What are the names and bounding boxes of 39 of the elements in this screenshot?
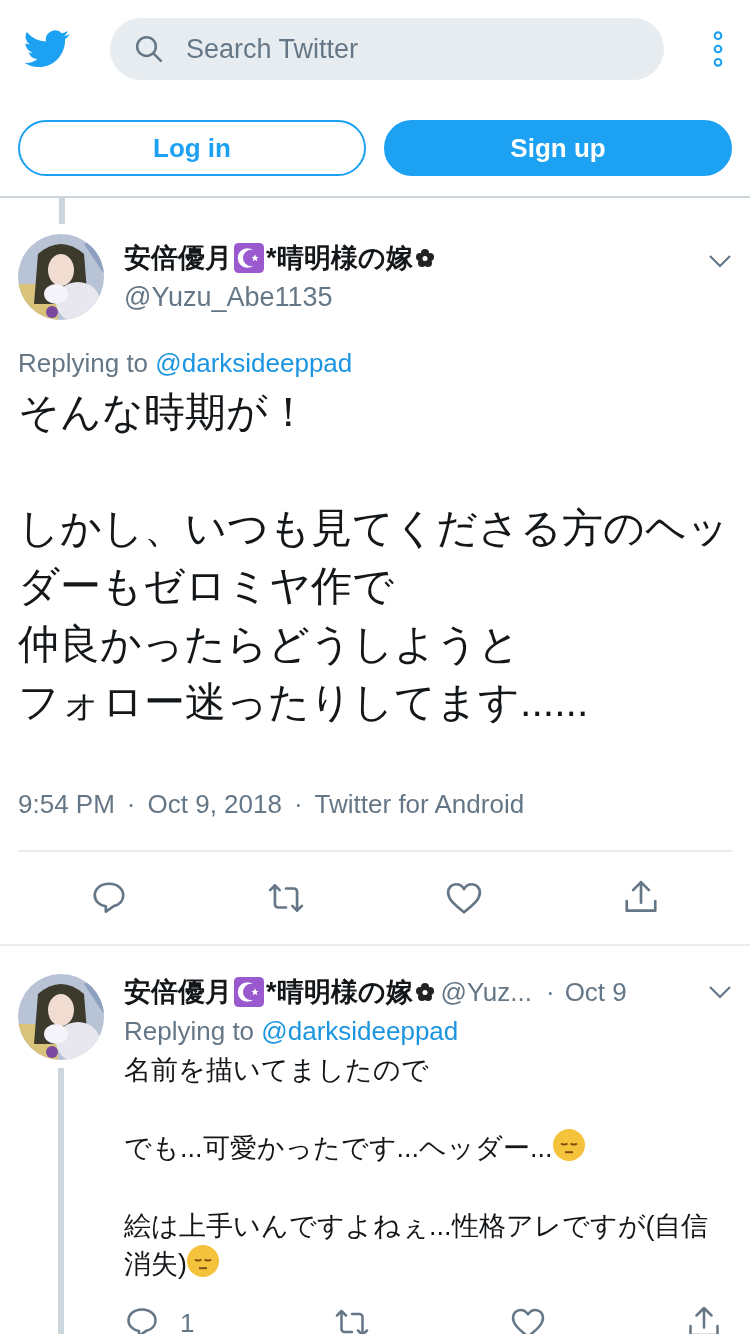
- search-field[interactable]: Search Twitter: [110, 18, 664, 80]
- tweet-text-line: 仲良かったらどうしようと: [18, 620, 520, 669]
- tweet-text-line: しかし、いつも見てくださる方のヘッダーもゼロミヤ作で: [18, 504, 730, 611]
- sign-up-button[interactable]: Sign up: [384, 120, 732, 176]
- log-in-button[interactable]: Log in: [18, 120, 366, 176]
- reply-icon[interactable]: [124, 1305, 160, 1334]
- tweet-text-line: そんな時期が！: [18, 388, 309, 437]
- user-name: 安倍優月: [124, 242, 232, 275]
- tweet-meta[interactable]: Twitter for Android: [314, 789, 525, 820]
- tweet-meta: Oct 9, 2018: [147, 789, 282, 820]
- separator-dot: ·: [293, 789, 303, 820]
- replying-to-text: Replying to @darksideeppad: [18, 348, 354, 379]
- user-name-suffix: *晴明様の嫁: [266, 242, 413, 275]
- user-handle: @Yuzu_Abe1135: [124, 282, 334, 313]
- replying-to-text: Replying to @darksideeppad: [124, 1016, 460, 1047]
- emoji-icon: [187, 1245, 219, 1277]
- tweet-date[interactable]: Oct 9: [564, 976, 627, 1008]
- separator-dot: ·: [545, 976, 555, 1008]
- mention-link[interactable]: @darksideeppad: [155, 348, 353, 378]
- user-name-suffix: *晴明様の嫁: [266, 976, 413, 1009]
- tweet-text: 名前を描いてましたので: [124, 1054, 430, 1087]
- more-options-icon[interactable]: [712, 30, 724, 68]
- chevron-down-icon[interactable]: [708, 985, 732, 999]
- flower-icon: [414, 248, 435, 268]
- tweet-text: でも...可愛かったです...ヘッダー...: [124, 1129, 732, 1167]
- chevron-down-icon[interactable]: [708, 254, 732, 268]
- search-icon: [134, 34, 164, 64]
- bird-logo-icon[interactable]: [24, 30, 70, 68]
- flower-icon: [414, 982, 435, 1002]
- share-icon[interactable]: [686, 1305, 722, 1334]
- reply-count: 1: [180, 1307, 195, 1334]
- mention-link[interactable]: @darksideeppad: [261, 1016, 459, 1046]
- user-name: 安倍優月: [124, 976, 232, 1009]
- tweet-meta: 9:54 PM: [18, 789, 115, 820]
- tweet-text-line: フォロー迷ったりしてます......: [18, 678, 589, 727]
- user-handle: @Yuz...: [440, 976, 532, 1008]
- separator-dot: ·: [126, 789, 136, 820]
- tweet-text: 絵は上手いんですよねぇ...性格アレですが(自信消失): [124, 1210, 710, 1281]
- emoji-icon: [552, 1129, 585, 1161]
